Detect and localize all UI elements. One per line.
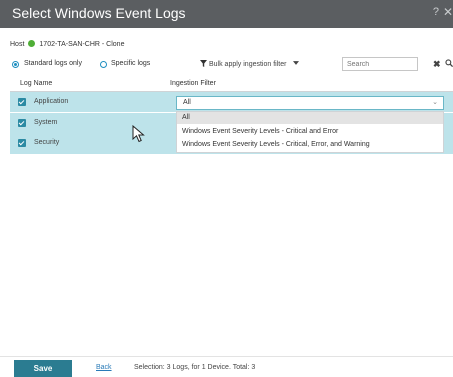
host-label: Host bbox=[10, 41, 25, 48]
mouse-cursor-icon bbox=[132, 125, 145, 143]
dialog-titlebar: Select Windows Event Logs ? ✕ bbox=[0, 0, 453, 28]
chevron-down-icon: ⌄ bbox=[432, 99, 438, 106]
log-name: Security bbox=[34, 139, 60, 146]
table-header: Log Name Ingestion Filter bbox=[10, 77, 453, 92]
specific-logs-radio[interactable] bbox=[100, 61, 107, 68]
search-icon[interactable] bbox=[445, 59, 453, 67]
save-button[interactable]: Save bbox=[14, 360, 72, 377]
standard-logs-radio[interactable] bbox=[12, 61, 19, 68]
back-link[interactable]: Back bbox=[96, 364, 112, 371]
footer-divider bbox=[0, 356, 453, 357]
selected-filter-value: All bbox=[183, 99, 191, 106]
clear-search-icon[interactable]: ✖ bbox=[433, 59, 441, 70]
ingestion-filter-select[interactable]: All ⌄ bbox=[176, 96, 444, 110]
ingestion-filter-header: Ingestion Filter bbox=[170, 80, 216, 87]
bulk-apply-filter-button[interactable]: Bulk apply ingestion filter bbox=[200, 60, 300, 68]
log-name: Application bbox=[34, 98, 69, 105]
host-status-icon bbox=[28, 40, 36, 47]
help-icon[interactable]: ? bbox=[433, 6, 439, 18]
selection-summary: Selection: 3 Logs, for 1 Device. Total: … bbox=[134, 364, 256, 371]
filter-option-critical-error[interactable]: Windows Event Severity Levels - Critical… bbox=[177, 126, 443, 138]
search-input[interactable] bbox=[342, 57, 418, 71]
filter-dropdown-menu: All Windows Event Severity Levels - Crit… bbox=[176, 111, 444, 153]
row-checkbox[interactable] bbox=[18, 98, 26, 106]
host-name: 1702-TA-SAN-CHR - Clone bbox=[39, 41, 125, 48]
options-bar: Standard logs only Specific logs Bulk ap… bbox=[0, 56, 453, 76]
log-name-header: Log Name bbox=[20, 80, 53, 87]
specific-logs-label[interactable]: Specific logs bbox=[111, 60, 150, 67]
log-name: System bbox=[34, 119, 58, 126]
caret-down-icon bbox=[293, 61, 300, 65]
standard-logs-label[interactable]: Standard logs only bbox=[24, 60, 82, 67]
row-checkbox[interactable] bbox=[18, 139, 26, 147]
close-icon[interactable]: ✕ bbox=[443, 5, 453, 19]
bulk-apply-filter-label: Bulk apply ingestion filter bbox=[209, 61, 287, 68]
filter-icon bbox=[200, 60, 207, 67]
filter-option-all[interactable]: All bbox=[177, 112, 443, 124]
host-info: Host 1702-TA-SAN-CHR - Clone bbox=[10, 40, 124, 48]
filter-option-critical-error-warning[interactable]: Windows Event Severity Levels - Critical… bbox=[177, 139, 443, 151]
row-checkbox[interactable] bbox=[18, 119, 26, 127]
dialog-title: Select Windows Event Logs bbox=[12, 5, 186, 21]
